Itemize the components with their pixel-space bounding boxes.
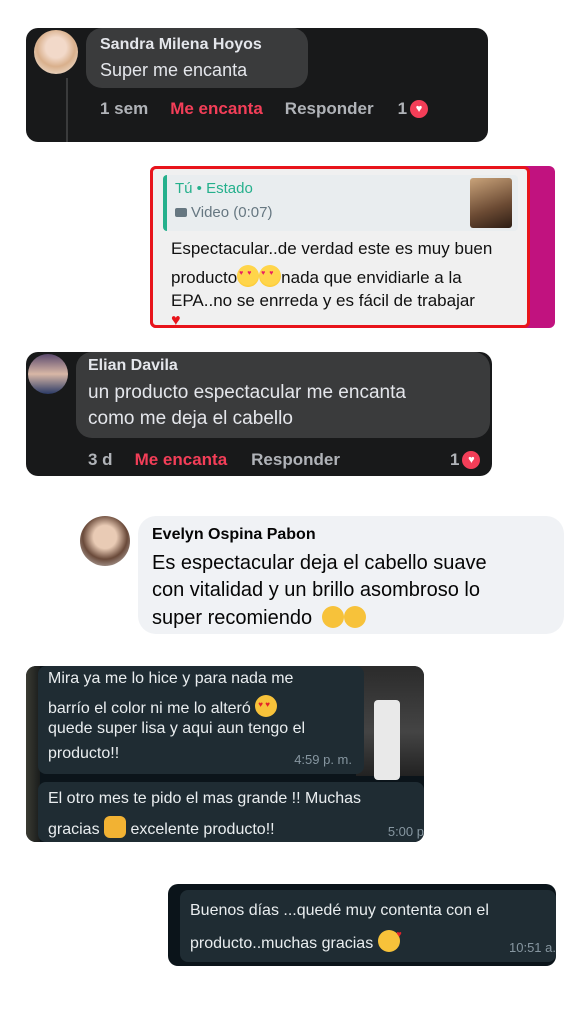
smiling-face-hearts-icon xyxy=(237,265,260,287)
message-line-1: Mira ya me lo hice y para nada me xyxy=(48,670,294,687)
comment-text-line-3: super recomiendo xyxy=(152,607,313,629)
reaction-count[interactable]: 1 ♥ xyxy=(450,450,481,470)
message-line-1: Buenos días ...quedé muy contenta con el xyxy=(190,902,489,919)
comment-time: 3 d xyxy=(88,450,113,469)
message-time: 10:51 a. xyxy=(509,940,556,955)
smiling-face-hearts-icon xyxy=(259,265,282,287)
comment-text: Super me encanta xyxy=(100,60,248,80)
love-reaction-button[interactable]: Me encanta xyxy=(135,450,228,470)
heart-icon: ♥ xyxy=(410,100,429,118)
message-line-3: quede super lisa y aqui aun tengo el xyxy=(48,720,306,737)
comment-card-sandra: Sandra Milena Hoyos Super me encanta 1 s… xyxy=(26,28,488,142)
video-icon xyxy=(175,208,187,217)
commenter-name[interactable]: Sandra Milena Hoyos xyxy=(100,36,262,54)
message-bubble[interactable]: Buenos días ...quedé muy contenta con el… xyxy=(180,890,556,962)
reply-line-2b: nada que envidiarle a la xyxy=(281,268,462,287)
heart-eyes-icon: ♥ ♥ xyxy=(255,695,278,717)
commenter-name[interactable]: Elian Davila xyxy=(88,357,178,375)
quote-media-label: Video (0:07) xyxy=(191,204,273,221)
message-time: 4:59 p. m. xyxy=(294,752,352,767)
commenter-name[interactable]: Evelyn Ospina Pabon xyxy=(152,526,316,544)
reply-line-1: Espectacular..de verdad este es muy buen xyxy=(171,239,493,258)
avatar[interactable] xyxy=(34,30,78,74)
message-line-4: producto!! xyxy=(48,745,120,762)
reply-button[interactable]: Responder xyxy=(251,450,340,470)
reply-line-3: EPA..no se enrreda y es fácil de trabaja… xyxy=(171,291,475,310)
reply-line-2a: producto xyxy=(171,268,238,287)
chat-screenshot: Buenos días ...quedé muy contenta con el… xyxy=(168,884,556,966)
love-reaction-button[interactable]: Me encanta xyxy=(170,99,263,119)
chat-screenshot: Mira ya me lo hice y para nada me barrío… xyxy=(26,666,424,842)
comment-text-line-2: como me deja el cabello xyxy=(88,408,293,429)
comment-bubble: Evelyn Ospina Pabon Es espectacular deja… xyxy=(138,516,564,634)
quoted-status[interactable]: Tú • Estado Video (0:07) xyxy=(163,175,518,231)
hugging-face-icon xyxy=(343,606,366,628)
message-bubble[interactable]: El otro mes te pido el mas grande !! Muc… xyxy=(38,782,424,842)
comment-text-line-1: un producto espectacular me encanta xyxy=(88,382,406,403)
status-thumbnail[interactable] xyxy=(470,178,512,228)
message-bubble[interactable]: Mira ya me lo hice y para nada me barrío… xyxy=(38,666,364,774)
comment-card-elian: Elian Davila un producto espectacular me… xyxy=(26,352,492,476)
comment-time: 1 sem xyxy=(100,99,149,118)
message-line-1: El otro mes te pido el mas grande !! Muc… xyxy=(48,790,362,807)
bottle-shape xyxy=(374,700,400,780)
comment-bubble: Sandra Milena Hoyos Super me encanta xyxy=(86,28,308,88)
comment-bubble: Elian Davila un producto espectacular me… xyxy=(76,352,490,438)
message-line-2: barrío el color ni me lo alteró xyxy=(48,700,251,717)
message-line-2b: excelente producto!! xyxy=(130,821,275,838)
status-reply-bubble: Tú • Estado Video (0:07) Espectacular..d… xyxy=(150,166,530,329)
message-time: 5:00 p xyxy=(387,824,424,839)
heart-icon: ♥ xyxy=(171,312,181,329)
face-blowing-kiss-icon: ♥ xyxy=(377,929,402,952)
thread-line xyxy=(66,78,68,142)
hugging-face-icon xyxy=(321,606,344,628)
avatar[interactable] xyxy=(80,516,130,566)
comment-text-line-1: Es espectacular deja el cabello suave xyxy=(152,552,487,574)
comment-actions: 1 sem Me encanta Responder 1 ♥ xyxy=(100,99,429,119)
handshake-icon xyxy=(104,816,127,838)
quote-sender: Tú • Estado xyxy=(175,180,253,197)
comment-actions: 3 d Me encanta Responder 1 ♥ xyxy=(88,450,481,470)
status-reply-frame: Tú • Estado Video (0:07) Espectacular..d… xyxy=(150,166,555,329)
reply-button[interactable]: Responder xyxy=(285,99,374,119)
reaction-count[interactable]: 1 ♥ xyxy=(398,99,429,119)
avatar[interactable] xyxy=(28,354,68,394)
comment-text-line-2: con vitalidad y un brillo asombroso lo xyxy=(152,579,480,601)
heart-icon: ♥ xyxy=(462,451,481,469)
message-line-2: producto..muchas gracias xyxy=(190,935,374,952)
message-line-2a: gracias xyxy=(48,821,100,838)
